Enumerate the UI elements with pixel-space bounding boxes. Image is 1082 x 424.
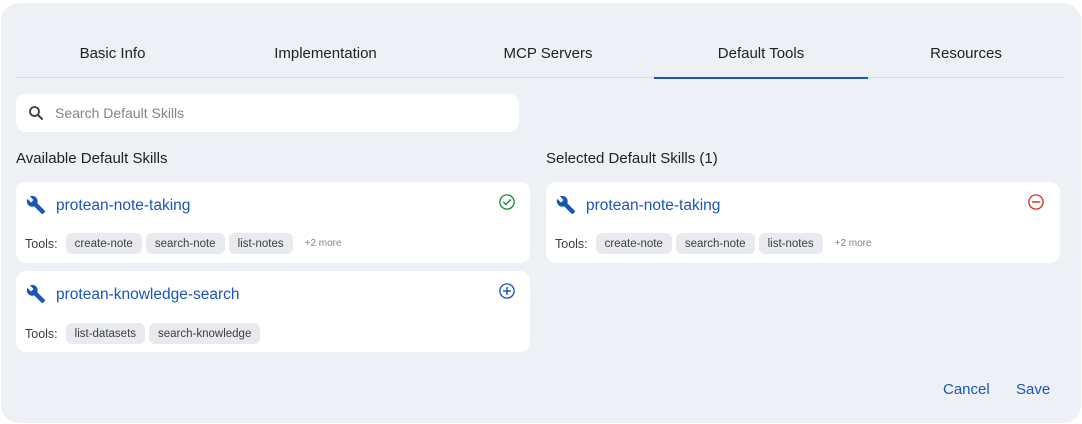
tab-default-tools[interactable]: Default Tools	[654, 28, 868, 79]
more-tools-count: +2 more	[304, 238, 342, 249]
tool-chip: search-note	[675, 233, 755, 254]
tool-chip: search-knowledge	[149, 323, 261, 344]
skill-name[interactable]: protean-note-taking	[586, 197, 720, 215]
edit-agent-dialog: Basic Info Implementation MCP Servers De…	[1, 3, 1081, 423]
tab-label: Basic Info	[79, 44, 146, 62]
tab-label: Resources	[930, 44, 1002, 62]
cancel-button[interactable]: Cancel	[943, 381, 990, 398]
skill-name[interactable]: protean-knowledge-search	[56, 286, 240, 304]
remove-circle-icon[interactable]	[1027, 193, 1045, 211]
skill-name[interactable]: protean-note-taking	[56, 197, 190, 215]
active-tab-indicator	[654, 77, 868, 79]
wrench-icon	[26, 195, 46, 215]
tab-bar: Basic Info Implementation MCP Servers De…	[16, 28, 1064, 79]
tools-row: Tools: create-note search-note list-note…	[555, 233, 872, 254]
tools-row: Tools: create-note search-note list-note…	[25, 233, 342, 254]
tab-basic-info[interactable]: Basic Info	[16, 28, 209, 78]
search-icon	[29, 106, 43, 120]
tab-mcp-servers[interactable]: MCP Servers	[442, 28, 654, 78]
tool-chip: create-note	[595, 233, 672, 254]
tools-label: Tools:	[25, 326, 58, 341]
tool-chip: create-note	[65, 233, 142, 254]
available-skill-card[interactable]: protean-note-taking Tools: create-note s…	[16, 182, 530, 263]
add-circle-icon[interactable]	[498, 282, 516, 300]
tool-chip: list-notes	[228, 233, 293, 254]
more-tools-count: +2 more	[834, 238, 872, 249]
wrench-icon	[26, 284, 46, 304]
tool-chip: search-note	[145, 233, 225, 254]
tools-label: Tools:	[25, 236, 58, 251]
tool-chip: list-notes	[758, 233, 823, 254]
tool-chip: list-datasets	[65, 323, 146, 344]
save-button[interactable]: Save	[1016, 381, 1050, 398]
check-circle-icon[interactable]	[498, 193, 516, 211]
search-box[interactable]	[16, 94, 519, 132]
available-skill-card[interactable]: protean-knowledge-search Tools: list-dat…	[16, 271, 530, 352]
search-input[interactable]	[55, 105, 495, 121]
wrench-icon	[556, 195, 576, 215]
available-skills-title: Available Default Skills	[16, 150, 168, 167]
selected-skills-title: Selected Default Skills (1)	[546, 150, 718, 167]
tab-implementation[interactable]: Implementation	[209, 28, 442, 78]
tab-label: Default Tools	[717, 44, 805, 62]
tools-row: Tools: list-datasets search-knowledge	[25, 323, 264, 344]
selected-skill-card[interactable]: protean-note-taking Tools: create-note s…	[546, 182, 1060, 263]
tab-label: Implementation	[274, 44, 377, 62]
tab-label: MCP Servers	[503, 44, 593, 62]
tools-label: Tools:	[555, 236, 588, 251]
tab-resources[interactable]: Resources	[868, 28, 1064, 78]
